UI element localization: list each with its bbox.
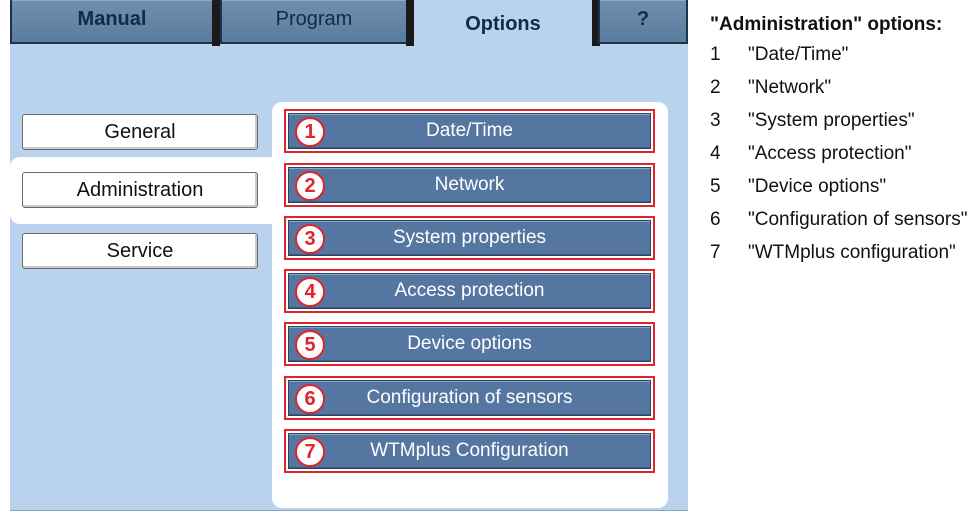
callout-frame: 4 Access protection [284, 269, 655, 313]
callout-number-badge: 7 [295, 437, 325, 467]
callout-number-badge: 2 [295, 171, 325, 201]
legend-number: 3 [710, 110, 721, 131]
callout-number-badge: 4 [295, 277, 325, 307]
callout-frame: 3 System properties [284, 216, 655, 260]
legend-text: "Access protection" [748, 143, 912, 164]
legend-number: 2 [710, 77, 721, 98]
legend-text: "Network" [748, 77, 832, 98]
option-label: Network [434, 174, 505, 195]
legend-text: "WTMplus configuration" [748, 242, 956, 263]
callout-frame: 1 Date/Time [284, 109, 655, 153]
network-button[interactable]: 2 Network [288, 167, 651, 203]
option-label: Access protection [394, 280, 545, 301]
callout-number-badge: 6 [295, 384, 325, 414]
legend-text: "Configuration of sensors" [748, 209, 968, 230]
legend-text: "System properties" [748, 110, 915, 131]
callout-frame: 7 WTMplus Configuration [284, 429, 655, 473]
system-properties-button[interactable]: 3 System properties [288, 220, 651, 256]
tab-program[interactable]: Program [220, 0, 408, 44]
legend-item: 1 "Date/Time" [710, 44, 972, 66]
tab-options-label: Options [465, 12, 541, 35]
callout-number-badge: 5 [295, 330, 325, 360]
option-label: Configuration of sensors [366, 387, 573, 408]
tab-divider [406, 0, 414, 46]
legend-number: 6 [710, 209, 721, 230]
sidebar-item-general[interactable]: General [22, 114, 258, 150]
legend-number: 5 [710, 176, 721, 197]
legend-item: 5 "Device options" [710, 176, 972, 198]
legend-item: 6 "Configuration of sensors" [710, 209, 972, 231]
tab-divider [212, 0, 220, 46]
option-label: System properties [392, 227, 547, 248]
callout-number-badge: 1 [295, 117, 325, 147]
legend-number: 4 [710, 143, 721, 164]
tab-program-label: Program [275, 7, 353, 30]
legend-item: 3 "System properties" [710, 110, 972, 132]
sidebar-item-label: Administration [76, 178, 204, 201]
tab-help[interactable]: ? [598, 0, 688, 44]
sidebar-item-administration[interactable]: Administration [22, 172, 258, 208]
legend: "Administration" options: 1 "Date/Time" … [710, 14, 972, 275]
option-label: Date/Time [426, 120, 513, 141]
tab-help-label: ? [636, 7, 650, 30]
legend-number: 7 [710, 242, 721, 263]
legend-text: "Device options" [748, 176, 887, 197]
date-time-button[interactable]: 1 Date/Time [288, 113, 651, 149]
legend-number: 1 [710, 44, 721, 65]
sidebar-item-label: Service [106, 239, 174, 262]
legend-title: "Administration" options: [710, 14, 943, 35]
configuration-of-sensors-button[interactable]: 6 Configuration of sensors [288, 380, 651, 416]
wtmplus-configuration-button[interactable]: 7 WTMplus Configuration [288, 433, 651, 469]
tab-options[interactable]: Options [414, 0, 592, 52]
tab-manual[interactable]: Manual [10, 0, 214, 44]
sidebar-item-service[interactable]: Service [22, 233, 258, 269]
callout-number-badge: 3 [295, 224, 325, 254]
legend-item: 4 "Access protection" [710, 143, 972, 165]
sidebar-item-label: General [104, 120, 176, 143]
option-label: Device options [407, 333, 532, 354]
legend-item: 7 "WTMplus configuration" [710, 242, 972, 264]
tab-manual-label: Manual [77, 7, 147, 30]
callout-frame: 5 Device options [284, 322, 655, 366]
legend-text: "Date/Time" [748, 44, 849, 65]
option-label: WTMplus Configuration [370, 440, 569, 461]
access-protection-button[interactable]: 4 Access protection [288, 273, 651, 309]
callout-frame: 2 Network [284, 163, 655, 207]
callout-frame: 6 Configuration of sensors [284, 376, 655, 420]
tab-bar: Manual Program Options ? [10, 0, 688, 52]
legend-item: 2 "Network" [710, 77, 972, 99]
device-options-button[interactable]: 5 Device options [288, 326, 651, 362]
